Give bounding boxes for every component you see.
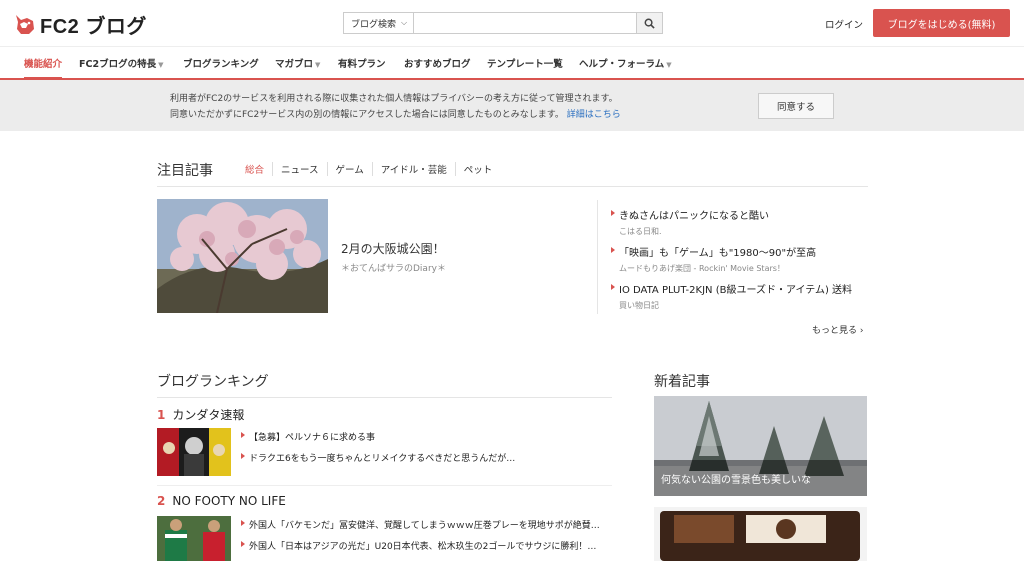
- rank-number: 1: [157, 408, 166, 422]
- nav-item-magablo[interactable]: マガブロ ▼: [275, 56, 320, 70]
- ranking-entry-1: 1 カンダタ速報 【急募】ペルソナ６に求める事 ドラクエ6をもう一度ちゃんとリメイ…: [157, 406, 612, 484]
- ranking-title: ブログランキング: [157, 374, 269, 390]
- list-item[interactable]: 外国人「日本はアジアの光だ」U20日本代表、松木玖生の2ゴールでサウジに勝利！…: [241, 539, 600, 560]
- chevron-down-icon: ▼: [315, 61, 321, 69]
- fc2-fox-logo-icon: [16, 14, 34, 34]
- login-link[interactable]: ログイン: [825, 17, 863, 31]
- list-item[interactable]: ドラクエ6をもう一度ちゃんとリメイクするべきだと思うんだが…: [241, 451, 515, 472]
- privacy-line-2-text: 同意いただかずにFC2サービス内の別の情報にアクセスした場合には同意したものとみ…: [170, 110, 564, 120]
- search-bar: ブログ検索 ⌵: [343, 12, 663, 34]
- fc2-blog-logo[interactable]: FC2 ブログ: [13, 10, 147, 39]
- ranking-entry-2: 2 NO FOOTY NO LIFE 外国人「バケモンだ」冨安健洋、覚醒してしまう…: [157, 494, 612, 561]
- list-item-title: IO DATA PLUT-2KJN (B級ユーズド・アイテム) 送料: [619, 285, 853, 296]
- search-button[interactable]: [636, 13, 662, 33]
- ranking-items: 【急募】ペルソナ６に求める事 ドラクエ6をもう一度ちゃんとリメイクするべきだと思…: [241, 430, 515, 472]
- nav-item-paid-plan[interactable]: 有料プラン: [338, 56, 386, 70]
- featured-header: 注目記事 総合 ニュース ゲーム アイドル・芸能 ペット: [157, 158, 868, 187]
- list-item-source: ムードもりあげ楽団 - Rockin' Movie Stars！: [619, 264, 785, 273]
- nav-item-help-forum[interactable]: ヘルプ・フォーラム ▼: [579, 56, 672, 70]
- rank-blog-name: カンダタ速報: [172, 408, 245, 422]
- featured-article-source[interactable]: ＊おてんばサラのDiary＊: [341, 261, 446, 274]
- new-article-caption: 何気ない公園の雪景色も美しいな: [654, 460, 867, 496]
- privacy-details-link[interactable]: 詳細はこちら: [567, 110, 621, 120]
- ranking-entry-head[interactable]: 2 NO FOOTY NO LIFE: [157, 494, 612, 508]
- list-item[interactable]: 外国人「バケモンだ」冨安健洋、覚醒してしまうｗｗｗ圧巻プレーを現地サポが絶賛…: [241, 518, 600, 539]
- game-art-thumbnail: [157, 428, 231, 476]
- list-item-source: こはる日和.: [619, 227, 662, 236]
- search-type-select[interactable]: ブログ検索 ⌵: [344, 13, 414, 33]
- plum-blossom-photo: [157, 199, 328, 313]
- rank-blog-name: NO FOOTY NO LIFE: [172, 494, 286, 508]
- tab-idol-entertainment[interactable]: アイドル・芸能: [371, 162, 455, 176]
- nav-item-recommended[interactable]: おすすめブログ: [404, 56, 471, 70]
- nav-item-label: 機能紹介: [24, 59, 63, 70]
- search-input[interactable]: [414, 13, 636, 33]
- list-item-title: 「映画」も「ゲーム」も"1980〜90"が至高: [619, 248, 817, 259]
- nav-item-label: ヘルプ・フォーラム: [579, 59, 665, 70]
- tab-general[interactable]: 総合: [237, 162, 272, 176]
- ranking-separator: [157, 485, 612, 486]
- featured-divider: [597, 200, 598, 314]
- privacy-text: 利用者がFC2のサービスを利用される際に収集された個人情報はプライバシーの考え方…: [170, 91, 621, 123]
- nav-item-ranking[interactable]: ブログランキング: [183, 56, 259, 70]
- search-type-label: ブログ検索: [351, 19, 397, 30]
- ranking-divider: [157, 397, 612, 398]
- featured-list: きぬさんはパニックになると酷い こはる日和. 「映画」も「ゲーム」も"1980〜…: [611, 207, 871, 318]
- nav-item-label: FC2ブログの特長: [79, 59, 157, 70]
- list-item-source: 買い物日記: [619, 301, 659, 310]
- chevron-down-icon: ⌵: [401, 18, 408, 27]
- football-photo-thumbnail: [157, 516, 231, 561]
- nav-item-label: おすすめブログ: [404, 59, 471, 70]
- featured-article-image[interactable]: [157, 199, 328, 313]
- nav-item-templates[interactable]: テンプレート一覧: [487, 56, 563, 70]
- agree-button[interactable]: 同意する: [758, 93, 834, 119]
- header: FC2 ブログ ブログ検索 ⌵ ログイン ブログをはじめる(無料): [0, 0, 1024, 46]
- ranking-thumbnail[interactable]: [157, 516, 231, 561]
- start-blog-button[interactable]: ブログをはじめる(無料): [873, 9, 1010, 37]
- list-item[interactable]: きぬさんはパニックになると酷い こはる日和.: [611, 207, 871, 236]
- tab-pet[interactable]: ペット: [454, 162, 501, 176]
- rank-number: 2: [157, 494, 166, 508]
- tab-news[interactable]: ニュース: [272, 162, 327, 176]
- chevron-down-icon: ▼: [666, 61, 672, 69]
- ranking-thumbnail[interactable]: [157, 428, 231, 476]
- privacy-line-1: 利用者がFC2のサービスを利用される際に収集された個人情報はプライバシーの考え方…: [170, 94, 618, 104]
- new-article-card[interactable]: [654, 507, 867, 561]
- chevron-down-icon: ▼: [158, 61, 164, 69]
- more-link[interactable]: もっと見る ›: [812, 323, 863, 336]
- global-nav: 機能紹介 FC2ブログの特長 ▼ ブログランキング マガブロ ▼ 有料プラン おすす…: [0, 46, 1024, 80]
- list-item[interactable]: 「映画」も「ゲーム」も"1980〜90"が至高 ムードもりあげ楽団 - Rock…: [611, 244, 871, 273]
- list-item[interactable]: 【急募】ペルソナ６に求める事: [241, 430, 515, 451]
- search-icon: [644, 18, 655, 29]
- new-article-card[interactable]: 何気ない公園の雪景色も美しいな: [654, 396, 867, 496]
- featured-tabs: 総合 ニュース ゲーム アイドル・芸能 ペット: [237, 162, 500, 176]
- featured-title: 注目記事: [157, 163, 213, 179]
- featured-article-title[interactable]: 2月の大阪城公園！: [341, 240, 445, 257]
- ranking-entry-head[interactable]: 1 カンダタ速報: [157, 406, 612, 423]
- tab-game[interactable]: ゲーム: [326, 162, 372, 176]
- ranking-items: 外国人「バケモンだ」冨安健洋、覚醒してしまうｗｗｗ圧巻プレーを現地サポが絶賛… …: [241, 518, 600, 560]
- chocolate-photo: [654, 507, 867, 561]
- nav-item-label: テンプレート一覧: [487, 59, 563, 70]
- privacy-line-2: 同意いただかずにFC2サービス内の別の情報にアクセスした場合には同意したものとみ…: [170, 107, 621, 123]
- new-articles-title: 新着記事: [654, 374, 710, 390]
- nav-item-label: 有料プラン: [338, 59, 386, 70]
- nav-item-label: マガブロ: [275, 59, 314, 70]
- logo-text: FC2 ブログ: [40, 16, 147, 38]
- list-item[interactable]: IO DATA PLUT-2KJN (B級ユーズド・アイテム) 送料 買い物日記: [611, 281, 871, 310]
- nav-item-features[interactable]: 機能紹介: [24, 56, 63, 79]
- list-item-title: きぬさんはパニックになると酷い: [619, 211, 769, 222]
- nav-item-label: ブログランキング: [183, 59, 259, 70]
- nav-item-fc2-blog-features[interactable]: FC2ブログの特長 ▼: [79, 56, 163, 70]
- privacy-banner: 利用者がFC2のサービスを利用される際に収集された個人情報はプライバシーの考え方…: [0, 80, 1024, 131]
